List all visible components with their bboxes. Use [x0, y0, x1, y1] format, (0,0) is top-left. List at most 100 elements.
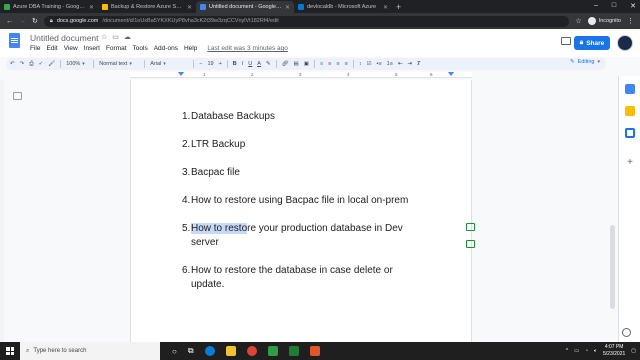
last-edit-link[interactable]: Last edit was 3 minutes ago — [207, 45, 288, 52]
checklist-icon[interactable]: ☑ — [367, 61, 372, 67]
list-item[interactable]: 1. Database Backups — [182, 110, 422, 124]
bold-button[interactable]: B — [233, 61, 237, 67]
bulleted-list-icon[interactable]: •≡ — [377, 61, 382, 67]
increase-indent-icon[interactable]: ⇥ — [408, 61, 413, 67]
style-dropdown[interactable]: Normal text ▾ — [99, 61, 139, 67]
line-spacing-icon[interactable]: ↕ — [359, 61, 362, 67]
avatar[interactable] — [617, 35, 633, 51]
menu-format[interactable]: Format — [106, 45, 127, 52]
calendar-icon[interactable] — [625, 84, 635, 94]
document-outline-icon[interactable] — [13, 92, 22, 100]
address-bar[interactable]: 🔒︎ docs.google.com/document/d/1oUxBa5YKX… — [43, 15, 570, 27]
close-tab-icon[interactable]: ✕ — [89, 4, 94, 11]
decrease-font-size-icon[interactable]: − — [199, 61, 202, 67]
menu-addons[interactable]: Add-ons — [154, 45, 178, 52]
reload-icon[interactable]: ↻ — [32, 17, 38, 25]
show-hidden-icons-icon[interactable]: ^ — [566, 348, 568, 354]
close-tab-icon[interactable]: ✕ — [187, 4, 192, 11]
maximize-icon[interactable]: □ — [612, 2, 616, 10]
editing-mode-dropdown[interactable]: ✎ Editing ▾ — [570, 59, 600, 65]
show-side-panel-icon[interactable] — [622, 328, 631, 337]
keep-icon[interactable] — [625, 106, 635, 116]
browser-tab[interactable]: Azure DBA Training - Google Dr... ✕ — [0, 1, 98, 13]
browser-tab-active[interactable]: Untitled document - Google Doc... ✕ — [196, 1, 294, 13]
decrease-indent-icon[interactable]: ⇤ — [398, 61, 403, 67]
menu-tools[interactable]: Tools — [133, 45, 148, 52]
app-orange-icon[interactable] — [309, 346, 320, 356]
app-green-icon[interactable] — [267, 346, 278, 356]
link-icon[interactable]: 🔗︎ — [282, 61, 289, 67]
redo-icon[interactable]: ↷ — [20, 61, 25, 67]
notifications-icon[interactable]: ▢ — [631, 348, 636, 354]
add-ons-icon[interactable]: + — [625, 158, 635, 168]
align-right-icon[interactable]: ≡ — [336, 61, 339, 67]
menu-help[interactable]: Help — [184, 45, 197, 52]
comment-icon[interactable]: ▤ — [294, 61, 299, 67]
print-icon[interactable]: ⎙ — [29, 61, 33, 68]
font-size-input[interactable]: 19 — [207, 61, 213, 67]
list-item[interactable]: 5. How to restore your production databa… — [182, 222, 422, 250]
list-item[interactable]: 6. How to restore the database in case d… — [182, 264, 422, 292]
back-icon[interactable]: ← — [6, 18, 13, 25]
new-tab-button[interactable]: + — [392, 2, 405, 13]
underline-button[interactable]: U — [248, 61, 252, 67]
image-icon[interactable]: ▣ — [304, 61, 309, 67]
italic-button[interactable]: I — [242, 61, 244, 67]
file-explorer-icon[interactable] — [225, 346, 236, 356]
zoom-dropdown[interactable]: 100% ▾ — [66, 61, 88, 67]
browser-tab[interactable]: Backup & Restore Azure SQL Dat... ✕ — [98, 1, 196, 13]
menu-insert[interactable]: Insert — [84, 45, 100, 52]
star-icon[interactable]: ☆ — [101, 33, 107, 41]
close-window-icon[interactable]: ✕ — [630, 2, 636, 10]
clear-formatting-icon[interactable]: Ⱦ — [417, 61, 420, 67]
move-folder-icon[interactable]: ▭ — [112, 33, 119, 41]
increase-font-size-icon[interactable]: + — [219, 61, 222, 67]
minimize-icon[interactable]: – — [594, 2, 598, 10]
right-indent-marker[interactable] — [448, 72, 454, 76]
list-item[interactable]: 4. How to restore using Bacpac file in l… — [182, 194, 432, 208]
taskbar-search[interactable]: ⌕ Type here to search — [20, 342, 160, 360]
chrome-icon[interactable] — [246, 346, 257, 356]
horizontal-ruler[interactable]: 1 2 3 4 5 6 7 — [130, 72, 472, 78]
document-page[interactable]: 1. Database Backups 2. LTR Backup 3. Bac… — [130, 80, 472, 342]
align-center-icon[interactable]: ≡ — [328, 61, 331, 67]
tasks-icon[interactable] — [625, 128, 635, 138]
add-comment-icon[interactable] — [466, 223, 475, 231]
more-menu-icon[interactable]: ⋮ — [627, 17, 634, 25]
align-justify-icon[interactable]: ≡ — [345, 61, 348, 67]
cloud-status-icon[interactable]: ☁ — [124, 33, 131, 41]
scrollbar[interactable] — [610, 225, 615, 309]
edge-icon[interactable] — [204, 346, 215, 356]
suggest-edits-icon[interactable] — [466, 240, 475, 248]
list-item[interactable]: 2. LTR Backup — [182, 138, 422, 152]
comment-history-icon[interactable] — [561, 37, 571, 45]
star-icon[interactable]: ☆ — [575, 17, 581, 25]
task-view-icon[interactable]: ⧉ — [188, 346, 194, 356]
close-tab-icon[interactable]: ✕ — [285, 4, 290, 11]
clock[interactable]: 4:07 PM 5/23/2021 — [603, 344, 625, 358]
incognito-indicator[interactable]: Incognito — [587, 17, 621, 25]
app-green-2-icon[interactable] — [288, 346, 299, 356]
paint-format-icon[interactable]: 🖌︎ — [48, 61, 55, 67]
close-tab-icon[interactable]: ✕ — [383, 4, 388, 11]
battery-icon[interactable]: ▭ — [574, 348, 579, 354]
text-color-button[interactable]: A — [257, 61, 261, 67]
document-title[interactable]: Untitled document — [30, 33, 99, 43]
share-button[interactable]: 🔒︎ Share — [574, 36, 610, 50]
menu-view[interactable]: View — [64, 45, 78, 52]
spellcheck-icon[interactable]: ✓ — [39, 61, 44, 67]
menu-file[interactable]: File — [30, 45, 40, 52]
align-left-icon[interactable]: ≡ — [320, 61, 323, 67]
start-button[interactable] — [0, 342, 20, 360]
left-indent-marker[interactable] — [178, 72, 184, 76]
menu-edit[interactable]: Edit — [46, 45, 57, 52]
numbered-list-icon[interactable]: 1≡ — [387, 61, 393, 67]
font-dropdown[interactable]: Arial ▾ — [150, 61, 188, 67]
network-icon[interactable]: ◔ — [585, 348, 588, 354]
google-docs-logo-icon[interactable] — [9, 33, 20, 48]
cortana-icon[interactable]: ○ — [172, 347, 177, 356]
selected-text[interactable]: How to resto — [191, 223, 248, 234]
volume-icon[interactable]: 🔈︎ — [594, 348, 597, 354]
highlight-icon[interactable]: ✎ — [266, 61, 271, 67]
forward-icon[interactable]: → — [19, 18, 26, 25]
